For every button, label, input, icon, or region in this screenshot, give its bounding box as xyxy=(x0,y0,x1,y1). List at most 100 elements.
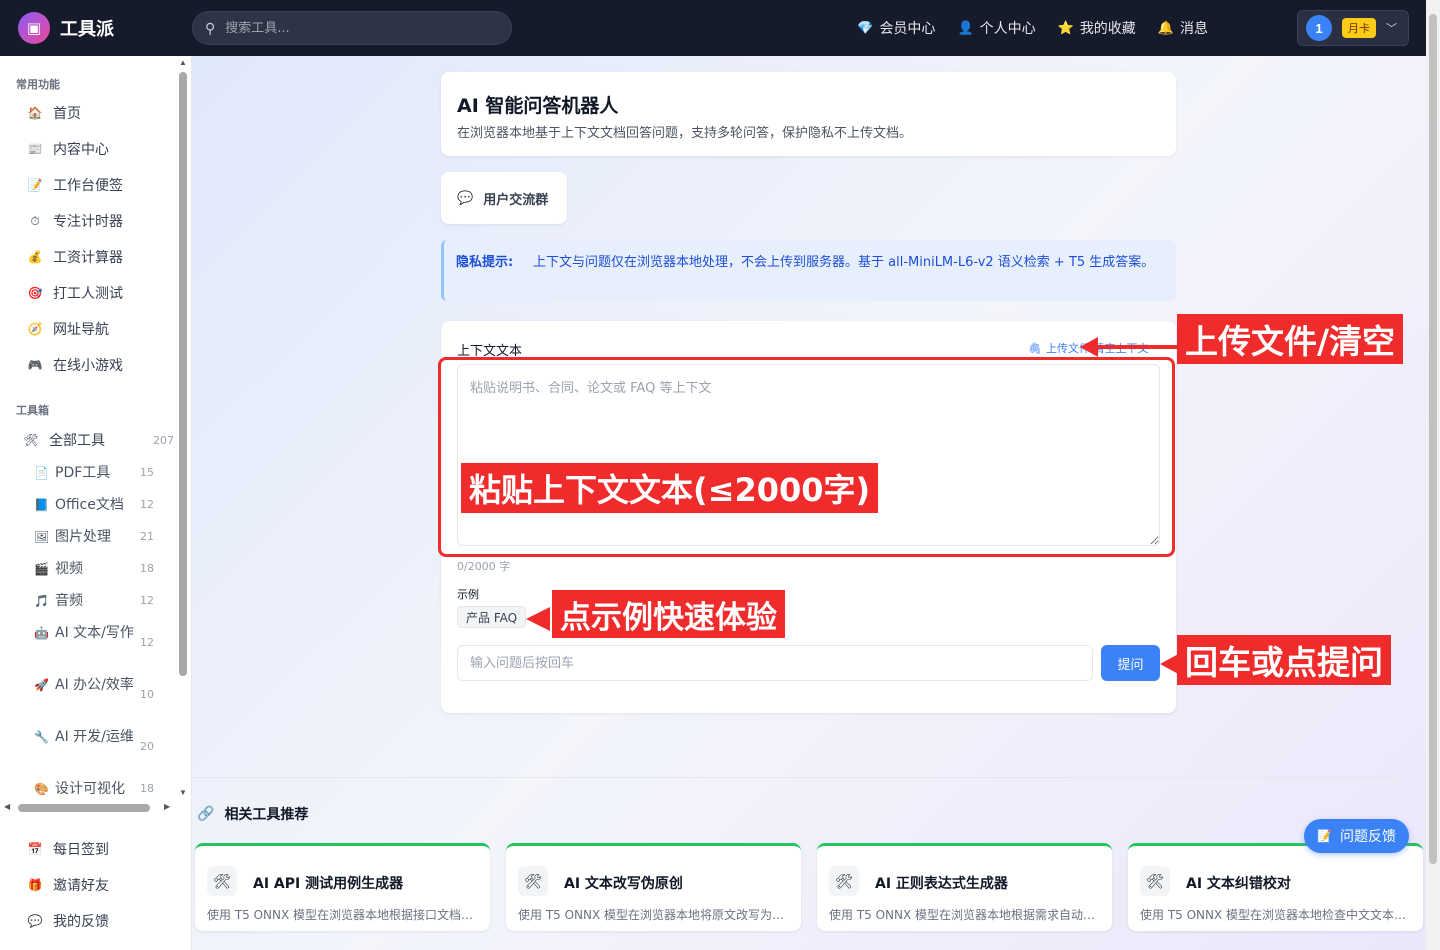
sidebar-item-my-feedback[interactable]: 💬 我的反馈 xyxy=(24,911,109,931)
section-title-common: 常用功能 xyxy=(16,78,60,91)
memo-icon: 📝 xyxy=(27,178,43,192)
scrollbar-thumb[interactable] xyxy=(179,72,187,676)
sidebar-item-invite[interactable]: 🎁 邀请好友 xyxy=(24,875,109,895)
search-input[interactable] xyxy=(225,20,476,36)
sidebar-item-label: 图片处理 xyxy=(55,529,111,545)
user-menu[interactable]: 1 月卡 ﹀ xyxy=(1297,10,1409,46)
scroll-left-icon[interactable]: ◀ xyxy=(4,802,10,811)
tool-count: 10 xyxy=(140,688,154,701)
sidebar-item-label: 音频 xyxy=(55,593,83,609)
tools-icon: 🛠 xyxy=(829,866,859,896)
sidebar-item-label: 打工人测试 xyxy=(53,286,123,302)
scroll-down-icon[interactable]: ▼ xyxy=(179,788,187,797)
scroll-right-icon[interactable]: ▶ xyxy=(164,802,170,811)
diamond-icon: 💎 xyxy=(857,20,874,36)
tools-icon: 🛠 xyxy=(207,866,237,896)
nav-member-center[interactable]: 💎 会员中心 xyxy=(857,18,935,38)
related-card-title: AI API 测试用例生成器 xyxy=(253,876,404,892)
star-icon: ⭐ xyxy=(1057,20,1074,36)
sidebar-item-design[interactable]: 🎨 设计可视化 18 xyxy=(34,779,154,799)
nav-favorites[interactable]: ⭐ 我的收藏 xyxy=(1058,18,1136,38)
clapper-icon: 🎬 xyxy=(34,562,49,576)
sidebar-item-notes[interactable]: 📝 工作台便签 xyxy=(24,175,123,195)
page-scrollbar[interactable] xyxy=(1426,0,1440,950)
question-input[interactable] xyxy=(457,645,1093,681)
palette-icon: 🎨 xyxy=(34,782,49,796)
sidebar-item-label: 在线小游戏 xyxy=(53,358,123,374)
sidebar-item-audio[interactable]: 🎵 音频 12 xyxy=(34,591,154,611)
tool-count: 12 xyxy=(140,594,154,607)
feedback-button[interactable]: 📝 问题反馈 xyxy=(1304,819,1409,853)
sidebar-item-label: AI 开发/运维 xyxy=(55,729,134,745)
related-card-desc: 使用 T5 ONNX 模型在浏览器本地根据需求自动生... xyxy=(829,908,1101,922)
sidebar-item-salary[interactable]: 💰 工资计算器 xyxy=(24,247,123,267)
sidebar-item-label: 设计可视化 xyxy=(55,781,125,797)
music-note-icon: 🎵 xyxy=(34,594,49,608)
nav-messages[interactable]: 🔔 消息 xyxy=(1158,18,1208,38)
related-card[interactable]: 🛠 AI 正则表达式生成器 使用 T5 ONNX 模型在浏览器本地根据需求自动生… xyxy=(817,843,1112,931)
sidebar-scrollbar[interactable]: ▲ ▼ xyxy=(178,56,188,797)
header-card: AI 智能问答机器人 在浏览器本地基于上下文文档回答问题，支持多轮问答，保护隐私… xyxy=(441,72,1176,156)
top-nav: 💎 会员中心 👤 个人中心 ⭐ 我的收藏 🔔 消息 xyxy=(835,0,1208,56)
gamepad-icon: 🎮 xyxy=(27,358,43,372)
sidebar-item-label: AI 文本/写作 xyxy=(55,625,134,641)
sidebar-item-url-nav[interactable]: 🧭 网址导航 xyxy=(24,319,109,339)
sidebar-item-content[interactable]: 📰 内容中心 xyxy=(24,139,109,159)
privacy-text: 上下文与问题仅在浏览器本地处理，不会上传到服务器。基于 all-MiniLM-L… xyxy=(533,255,1155,270)
sidebar-item-pdf[interactable]: 📄 PDF工具 15 xyxy=(34,463,154,483)
sidebar-item-ai-office[interactable]: 🚀 AI 办公/效率 10 xyxy=(34,675,154,701)
picture-icon: 🖼 xyxy=(34,530,50,544)
document-icon: 📄 xyxy=(34,466,49,480)
related-card-title: AI 文本改写伪原创 xyxy=(564,876,683,892)
tool-count: 15 xyxy=(140,466,154,479)
tool-count: 21 xyxy=(140,530,154,543)
ask-button[interactable]: 提问 xyxy=(1101,645,1160,681)
sidebar-item-image[interactable]: 🖼 图片处理 21 xyxy=(34,527,154,547)
newspaper-icon: 📰 xyxy=(27,142,43,156)
sidebar-item-ai-dev[interactable]: 🔧 AI 开发/运维 20 xyxy=(34,727,154,753)
annotation-paste-label: 粘贴上下文文本(≤2000字) xyxy=(461,463,879,513)
logo[interactable]: ▣ 工具派 xyxy=(18,12,192,44)
sidebar-item-home[interactable]: 🏠 首页 xyxy=(24,103,81,123)
sidebar-item-office[interactable]: 📘 Office文档 12 xyxy=(34,495,154,515)
search-bar[interactable]: ⚲ xyxy=(192,11,512,45)
chat-bubble-icon: 💬 xyxy=(457,190,474,205)
related-card[interactable]: 🛠 AI 文本纠错校对 使用 T5 ONNX 模型在浏览器本地检查中文文本的..… xyxy=(1128,843,1423,931)
nav-label: 个人中心 xyxy=(979,21,1036,37)
sidebar-item-label: 我的反馈 xyxy=(53,914,109,930)
related-card[interactable]: 🛠 AI API 测试用例生成器 使用 T5 ONNX 模型在浏览器本地根据接口… xyxy=(195,843,490,931)
gift-icon: 🎁 xyxy=(27,878,43,892)
sidebar-item-video[interactable]: 🎬 视频 18 xyxy=(34,559,154,579)
robot-icon: 🤖 xyxy=(34,626,49,640)
sidebar: 常用功能 🏠 首页 📰 内容中心 📝 工作台便签 ⏱ 专注计时器 💰 工资计算器 🎯 打工人… xyxy=(0,56,192,950)
wrench-icon: 🔧 xyxy=(34,730,49,744)
chevron-down-icon: ﹀ xyxy=(1386,23,1397,35)
link-icon: 🔗 xyxy=(197,806,215,822)
sidebar-item-all-tools[interactable]: 🛠 全部工具 207 xyxy=(20,430,174,450)
sidebar-item-label: 内容中心 xyxy=(53,142,109,158)
arrowhead-icon xyxy=(526,607,550,631)
nav-label: 会员中心 xyxy=(879,21,936,37)
scroll-up-icon[interactable]: ▲ xyxy=(179,58,187,67)
compass-icon: 🧭 xyxy=(27,322,43,336)
privacy-notice: 隐私提示: 上下文与问题仅在浏览器本地处理，不会上传到服务器。基于 all-Mi… xyxy=(441,240,1176,301)
related-card[interactable]: 🛠 AI 文本改写伪原创 使用 T5 ONNX 模型在浏览器本地将原文改写为学.… xyxy=(506,843,801,931)
sidebar-item-worker-test[interactable]: 🎯 打工人测试 xyxy=(24,283,123,303)
sidebar-item-label: Office文档 xyxy=(55,497,124,513)
sidebar-item-games[interactable]: 🎮 在线小游戏 xyxy=(24,355,123,375)
feedback-doc-icon: 📝 xyxy=(1317,829,1332,843)
membership-badge: 月卡 xyxy=(1342,18,1376,38)
scrollbar-thumb[interactable] xyxy=(1429,14,1437,864)
sidebar-item-label: 工资计算器 xyxy=(53,250,123,266)
sidebar-hscrollbar[interactable]: ◀ ▶ xyxy=(4,802,174,812)
nav-personal-center[interactable]: 👤 个人中心 xyxy=(957,18,1035,38)
top-bar: ▣ 工具派 ⚲ 💎 会员中心 👤 个人中心 ⭐ 我的收藏 🔔 消息 1 月卡 ﹀ xyxy=(0,0,1426,56)
community-button[interactable]: 💬 用户交流群 xyxy=(441,172,567,224)
sidebar-item-label: 首页 xyxy=(53,106,81,122)
sidebar-item-ai-writing[interactable]: 🤖 AI 文本/写作 12 xyxy=(34,623,154,649)
sidebar-item-checkin[interactable]: 📅 每日签到 xyxy=(24,839,109,859)
sidebar-item-timer[interactable]: ⏱ 专注计时器 xyxy=(24,211,123,231)
example-chip-product-faq[interactable]: 产品 FAQ xyxy=(457,606,527,628)
scrollbar-thumb[interactable] xyxy=(18,804,150,812)
tool-count: 18 xyxy=(140,562,154,575)
